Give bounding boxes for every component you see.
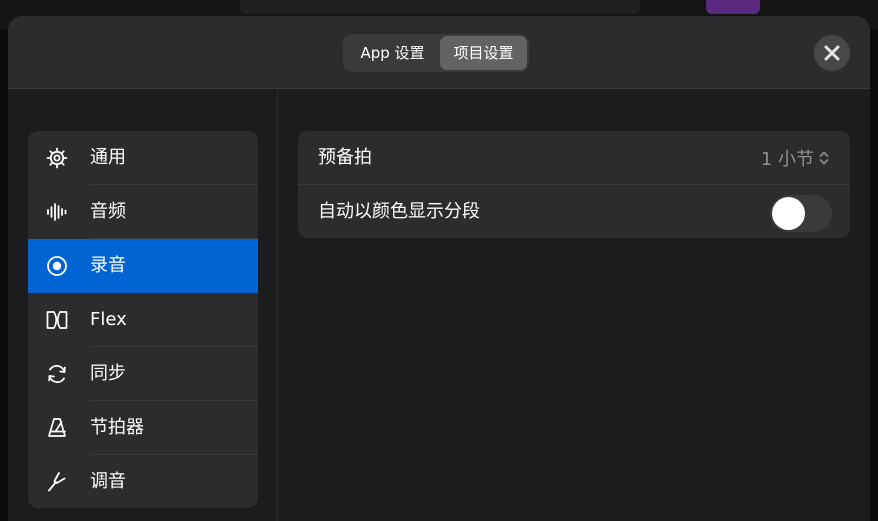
sidebar-item-label: 同步 (90, 363, 126, 384)
count-in-picker[interactable]: 1 小节 (761, 131, 830, 184)
close-button[interactable] (814, 35, 850, 71)
sidebar-item-label: 录音 (90, 255, 126, 276)
metronome-icon (45, 416, 69, 440)
sidebar-item-label: 通用 (90, 147, 126, 168)
background-transport-area (240, 0, 640, 14)
sidebar-item-general[interactable]: 通用 (28, 131, 258, 185)
chevron-up-down-icon (819, 151, 829, 164)
waveform-icon (45, 200, 69, 224)
sync-icon (45, 362, 69, 386)
close-icon (824, 45, 840, 61)
settings-sidebar: 通用 音频 录音 Flex 同步 节拍器 调音 (28, 131, 258, 508)
recording-settings-group: 预备拍 1 小节 自动以颜色显示分段 (298, 131, 850, 238)
record-icon (45, 254, 69, 278)
sidebar-item-tuning[interactable]: 调音 (28, 455, 258, 508)
background-purple-button (706, 0, 760, 14)
sheet-header: App 设置 项目设置 (8, 16, 870, 89)
sidebar-item-label: 音频 (90, 201, 126, 222)
tab-app-settings[interactable]: App 设置 (345, 36, 440, 70)
sidebar-item-recording[interactable]: 录音 (28, 239, 258, 293)
auto-color-row: 自动以颜色显示分段 (298, 185, 850, 238)
count-in-label: 预备拍 (318, 147, 372, 168)
sidebar-item-sync[interactable]: 同步 (28, 347, 258, 401)
toggle-knob (772, 197, 805, 230)
sidebar-item-metronome[interactable]: 节拍器 (28, 401, 258, 455)
sidebar-item-audio[interactable]: 音频 (28, 185, 258, 239)
count-in-row: 预备拍 1 小节 (298, 131, 850, 185)
settings-scope-segmented-control: App 设置 项目设置 (343, 34, 529, 72)
flex-icon (45, 308, 69, 332)
tab-project-settings[interactable]: 项目设置 (440, 36, 527, 70)
column-divider (277, 89, 278, 521)
project-settings-sheet: App 设置 项目设置 通用 音频 录音 Flex 同步 节拍器 调音 预备拍 … (8, 16, 870, 521)
tuning-fork-icon (45, 470, 69, 494)
sidebar-item-flex[interactable]: Flex (28, 293, 258, 347)
count-in-value: 1 小节 (760, 148, 814, 170)
auto-color-toggle[interactable] (770, 195, 832, 232)
gear-icon (45, 146, 69, 170)
sidebar-item-label: 调音 (90, 471, 126, 492)
sidebar-item-label: 节拍器 (90, 417, 144, 438)
auto-color-label: 自动以颜色显示分段 (318, 201, 480, 222)
sidebar-item-label: Flex (90, 309, 127, 330)
